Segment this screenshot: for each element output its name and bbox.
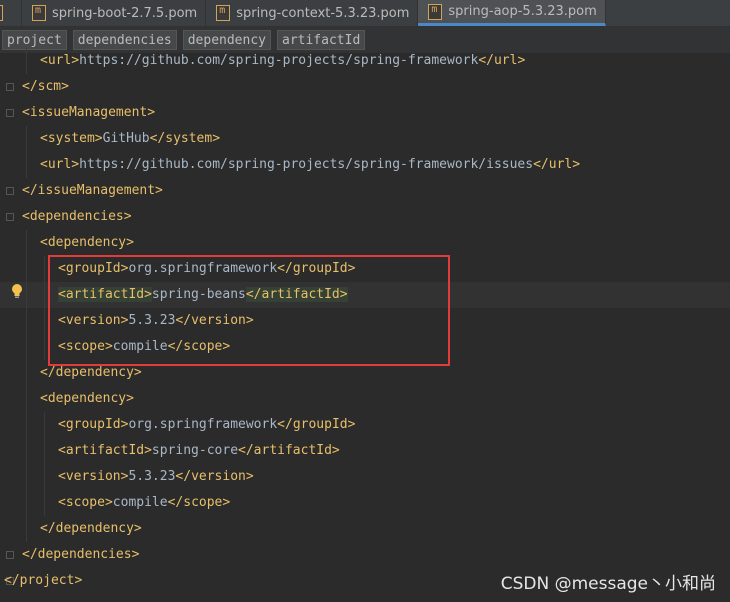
xml-open-tag: <system> (40, 131, 103, 146)
breadcrumb-dependencies[interactable]: dependencies (72, 30, 177, 50)
code-line: </dependencies> (0, 542, 730, 568)
xml-open-tag: <version> (58, 469, 129, 484)
xml-value: GitHub (102, 131, 150, 146)
code-line: <url>https://github.com/spring-projects/… (0, 152, 730, 178)
watermark: CSDN @message丶小和尚 (500, 574, 716, 594)
fold-marker-icon[interactable] (6, 83, 14, 91)
xml-file-icon (0, 5, 3, 21)
tab-previous[interactable] (0, 0, 22, 26)
code-line: <dependency> (0, 230, 730, 256)
xml-close-tag: </project> (4, 573, 83, 588)
code-line: </issueManagement> (0, 178, 730, 204)
fold-marker-icon[interactable] (6, 213, 14, 221)
xml-value: 5.3.23 (128, 469, 176, 484)
fold-marker-icon[interactable] (6, 187, 14, 195)
code-line: <dependency> (0, 386, 730, 412)
code-line: <system>GitHub</system> (0, 126, 730, 152)
fold-marker-icon[interactable] (6, 109, 14, 117)
code-line: </dependency> (0, 516, 730, 542)
code-line: <version>5.3.23</version> (0, 464, 730, 490)
xml-close-tag: </dependency> (40, 521, 142, 536)
highlight-annotation-box (48, 255, 450, 366)
tab-label: spring-aop-5.3.23.pom (448, 4, 597, 19)
breadcrumb-project[interactable]: project (2, 30, 67, 50)
maven-file-icon (32, 5, 46, 21)
intention-bulb-icon[interactable] (11, 283, 23, 299)
code-line: <issueManagement> (0, 100, 730, 126)
xml-close-tag: </groupId> (277, 417, 356, 432)
code-line: <dependencies> (0, 204, 730, 230)
xml-close-tag: </scope> (167, 495, 231, 510)
tab-spring-boot-pom[interactable]: spring-boot-2.7.5.pom (22, 0, 207, 26)
xml-open-tag: <dependency> (40, 391, 134, 406)
xml-value: compile (112, 495, 168, 510)
xml-value: https://github.com/spring-projects/sprin… (79, 53, 479, 68)
xml-close-tag: </system> (149, 131, 221, 146)
xml-open-tag: <dependencies> (22, 209, 132, 224)
tab-label: spring-context-5.3.23.pom (236, 5, 410, 21)
maven-file-icon (428, 3, 443, 20)
fold-marker-icon[interactable] (6, 551, 14, 559)
code-line: </scm> (0, 74, 730, 100)
tab-spring-aop-pom[interactable]: spring-aop-5.3.23.pom (418, 0, 606, 26)
xml-value: https://github.com/spring-projects/sprin… (79, 157, 534, 172)
xml-close-tag: </scm> (22, 79, 69, 94)
maven-file-icon (216, 5, 231, 21)
xml-close-tag: </dependencies> (22, 547, 140, 562)
xml-close-tag: </artifactId> (238, 443, 340, 458)
xml-value: spring-core (151, 443, 239, 458)
tab-spring-context-pom[interactable]: spring-context-5.3.23.pom (206, 0, 419, 26)
code-line: <groupId>org.springframework</groupId> (0, 412, 730, 438)
xml-open-tag: <dependency> (40, 235, 134, 250)
xml-open-tag: <artifactId> (58, 443, 152, 458)
xml-open-tag: <issueManagement> (22, 105, 156, 120)
breadcrumb-artifactid[interactable]: artifactId (277, 30, 366, 50)
xml-value: org.springframework (128, 417, 278, 432)
xml-open-tag: <scope> (58, 495, 113, 510)
xml-close-tag: </version> (175, 469, 254, 484)
editor-tab-bar: spring-boot-2.7.5.pom spring-context-5.3… (0, 0, 730, 27)
xml-open-tag: <url> (40, 157, 80, 172)
tab-label: spring-boot-2.7.5.pom (52, 5, 198, 21)
code-line: <url>https://github.com/spring-projects/… (0, 48, 730, 74)
xml-close-tag: </issueManagement> (22, 183, 163, 198)
code-line: <artifactId>spring-core</artifactId> (0, 438, 730, 464)
xml-close-tag: </url> (478, 53, 526, 68)
code-line: <scope>compile</scope> (0, 490, 730, 516)
xml-open-tag: <url> (40, 53, 80, 68)
breadcrumb-dependency[interactable]: dependency (182, 30, 271, 50)
xml-close-tag: </url> (533, 157, 581, 172)
xml-open-tag: <groupId> (58, 417, 129, 432)
